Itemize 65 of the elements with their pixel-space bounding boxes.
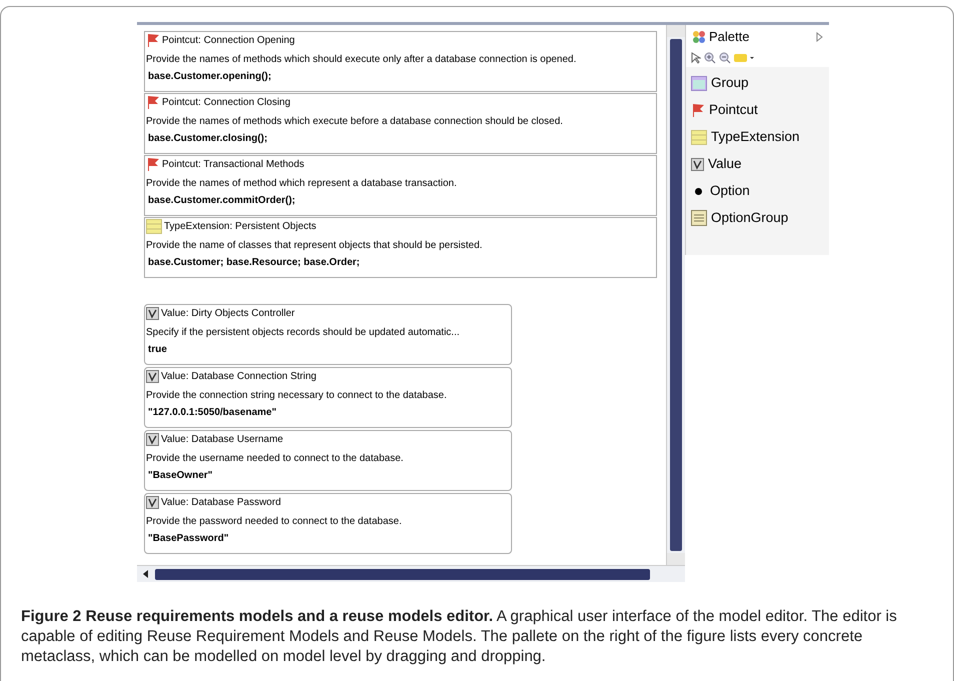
model-node[interactable]: Value: Database Password Provide the password needed to connect to the database. "BasePassword"	[144, 493, 512, 554]
value-icon	[146, 307, 159, 320]
palette-item[interactable]: Value	[691, 154, 829, 174]
node-value: "127.0.0.1:5050/basename"	[147, 406, 278, 420]
zoom-in-icon[interactable]	[704, 52, 716, 64]
note-icon[interactable]	[734, 53, 754, 63]
palette-title: Palette	[709, 28, 750, 46]
model-node[interactable]: Value: Database Connection String Provide the connection string necessary to connect to the database. "127.0.0.1:5050/basename"	[144, 367, 512, 428]
palette-item[interactable]: Pointcut	[691, 100, 829, 120]
node-value: base.Customer.opening();	[147, 70, 272, 84]
horizontal-scrollbar[interactable]	[137, 565, 685, 582]
palette-item[interactable]: Group	[691, 73, 829, 93]
node-title: Value: Dirty Objects Controller	[161, 307, 295, 321]
group-icon	[691, 76, 707, 90]
list-icon	[691, 210, 707, 226]
zoom-out-icon[interactable]	[719, 52, 731, 64]
node-description: Provide the names of methods which should execute only after a database connection is opened.	[146, 53, 578, 67]
flag-icon	[146, 95, 160, 110]
cursor-icon[interactable]	[691, 52, 701, 64]
node-description: Provide the password needed to connect to the database.	[146, 515, 403, 529]
value-icon	[146, 433, 159, 446]
node-title: Pointcut: Connection Opening	[162, 34, 295, 48]
value-icon	[146, 370, 159, 383]
value-icon	[146, 496, 159, 509]
model-node[interactable]: Value: Database Username Provide the username needed to connect to the database. "BaseOwner"	[144, 430, 512, 491]
bullet-icon	[695, 188, 702, 194]
flag-icon	[146, 157, 160, 172]
node-description: Provide the names of methods which execute before a database connection should be closed.	[146, 115, 564, 129]
flag-icon	[691, 102, 705, 118]
node-description: Provide the names of method which represent a database transaction.	[146, 177, 458, 191]
palette-item[interactable]: OptionGroup	[691, 208, 829, 228]
node-value: true	[147, 343, 168, 357]
flag-icon	[146, 33, 160, 48]
model-node[interactable]: Pointcut: Connection Closing Provide the names of methods which execute before a database connection should be closed. base.Customer.closing();	[144, 93, 657, 154]
scrollbar-thumb[interactable]	[155, 568, 650, 580]
left-arrow-icon[interactable]	[142, 570, 150, 578]
value-icon	[691, 158, 704, 170]
model-node[interactable]: Pointcut: Connection Opening Provide the names of methods which should execute only after a database connection is opened. base.Customer.opening();	[144, 31, 657, 92]
node-title: Value: Database Username	[161, 433, 284, 447]
palette-icon	[692, 30, 706, 44]
node-title: Value: Database Connection String	[161, 370, 316, 384]
node-value: base.Customer; base.Resource; base.Order;	[147, 256, 361, 270]
node-title: Value: Database Password	[161, 496, 281, 510]
model-node[interactable]: Value: Dirty Objects Controller Specify if the persistent objects records should be updated automatic... true	[144, 304, 512, 365]
node-value: base.Customer.closing();	[147, 132, 268, 146]
model-node[interactable]: TypeExtension: Persistent Objects Provide the name of classes that represent objects that should be persisted. base.Customer; base.Resource; base.Order;	[144, 217, 657, 278]
vertical-scrollbar[interactable]	[666, 25, 685, 565]
node-description: Specify if the persistent objects records should be updated automatic...	[146, 326, 461, 340]
node-value: base.Customer.commitOrder();	[147, 194, 296, 208]
node-value: "BasePassword"	[147, 532, 230, 546]
node-description: Provide the username needed to connect to the database.	[146, 452, 404, 466]
table-icon	[146, 219, 162, 234]
node-value: "BaseOwner"	[147, 469, 214, 483]
model-node[interactable]: Pointcut: Transactional Methods Provide the names of method which represent a database transaction. base.Customer.commitOrder();	[144, 155, 657, 216]
node-description: Provide the name of classes that represent objects that should be persisted.	[146, 239, 484, 253]
palette-item[interactable]: TypeExtension	[691, 127, 829, 147]
figure-caption: Figure 2 Reuse requirements models and a reuse models editor. A graphical user interface of the model editor. The editor is capable of editing Reuse Requirement Models and Reuse Models. The pallete on the right of the figure lists every concrete metaclass, which can be modelled on model level by dragging and dropping.	[21, 607, 898, 667]
scrollbar-thumb[interactable]	[670, 39, 682, 551]
palette-item[interactable]: Option	[691, 181, 829, 201]
expand-arrow-icon[interactable]	[816, 32, 823, 42]
table-icon	[691, 130, 707, 144]
node-title: TypeExtension: Persistent Objects	[164, 220, 316, 234]
node-title: Pointcut: Connection Closing	[162, 96, 290, 110]
node-title: Pointcut: Transactional Methods	[162, 158, 304, 172]
node-description: Provide the connection string necessary to connect to the database.	[146, 389, 448, 403]
